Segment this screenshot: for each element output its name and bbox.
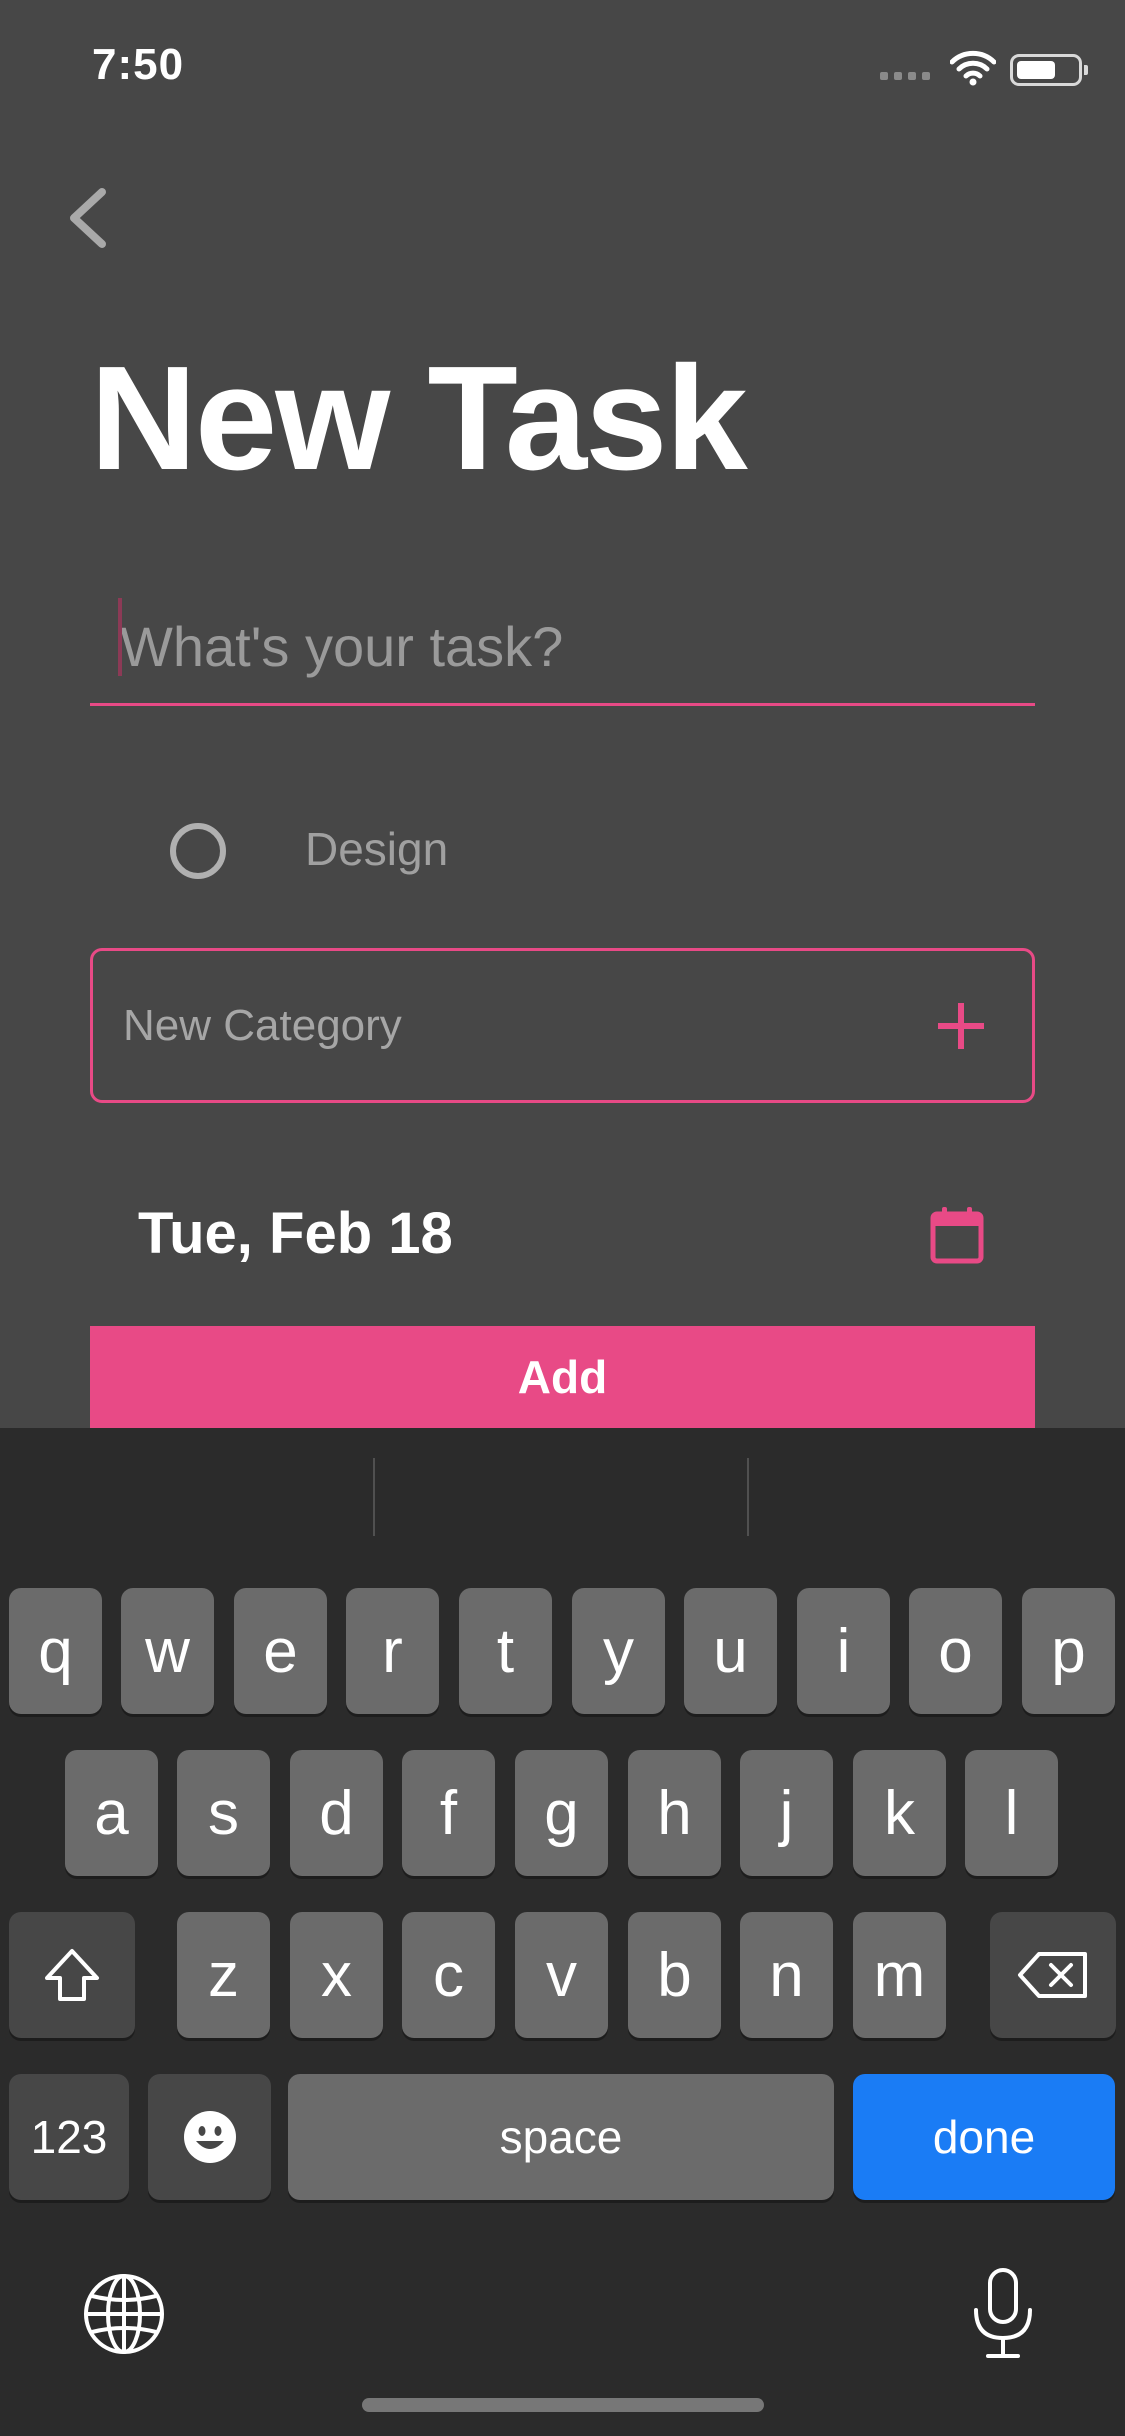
status-time: 7:50 <box>92 40 185 89</box>
emoji-face-icon <box>183 2111 236 2163</box>
calendar-icon[interactable] <box>930 1206 984 1264</box>
new-category-field <box>90 948 1035 1103</box>
category-label-design[interactable]: Design <box>305 822 448 876</box>
back-chevron-icon[interactable] <box>62 186 112 250</box>
text-cursor <box>118 598 122 676</box>
due-date-label[interactable]: Tue, Feb 18 <box>138 1200 453 1267</box>
key-g[interactable]: g <box>515 1750 608 1876</box>
key-q[interactable]: q <box>9 1588 102 1714</box>
emoji-key[interactable] <box>148 2074 271 2200</box>
key-m[interactable]: m <box>853 1912 946 2038</box>
add-category-plus-icon[interactable] <box>938 1003 984 1049</box>
done-key[interactable]: done <box>853 2074 1115 2200</box>
page-title: New Task <box>90 336 748 501</box>
key-w[interactable]: w <box>121 1588 214 1714</box>
key-j[interactable]: j <box>740 1750 833 1876</box>
microphone-icon[interactable] <box>970 2266 1036 2362</box>
backspace-icon <box>1018 1952 1087 1998</box>
key-t[interactable]: t <box>459 1588 552 1714</box>
key-b[interactable]: b <box>628 1912 721 2038</box>
key-f[interactable]: f <box>402 1750 495 1876</box>
key-s[interactable]: s <box>177 1750 270 1876</box>
onscreen-keyboard: q w e r t y u i o p a s d f g h j k l z … <box>0 1428 1125 2436</box>
key-l[interactable]: l <box>965 1750 1058 1876</box>
shift-key[interactable] <box>9 1912 135 2038</box>
key-v[interactable]: v <box>515 1912 608 2038</box>
key-z[interactable]: z <box>177 1912 270 2038</box>
task-input-container <box>90 590 1035 706</box>
task-input[interactable] <box>90 590 1035 703</box>
cellular-signal-icon <box>880 72 930 80</box>
backspace-key[interactable] <box>990 1912 1116 2038</box>
key-i[interactable]: i <box>797 1588 890 1714</box>
key-u[interactable]: u <box>684 1588 777 1714</box>
key-n[interactable]: n <box>740 1912 833 2038</box>
battery-icon <box>1010 54 1088 86</box>
globe-icon[interactable] <box>82 2272 166 2356</box>
category-radio-button[interactable] <box>170 823 226 879</box>
home-indicator[interactable] <box>362 2398 764 2412</box>
key-o[interactable]: o <box>909 1588 1002 1714</box>
key-e[interactable]: e <box>234 1588 327 1714</box>
suggestion-divider <box>747 1458 749 1536</box>
add-button[interactable]: Add <box>90 1326 1035 1428</box>
key-h[interactable]: h <box>628 1750 721 1876</box>
shift-arrow-icon <box>45 1949 99 2001</box>
suggestion-divider <box>373 1458 375 1536</box>
new-category-input[interactable] <box>93 951 893 1100</box>
key-a[interactable]: a <box>65 1750 158 1876</box>
key-r[interactable]: r <box>346 1588 439 1714</box>
key-x[interactable]: x <box>290 1912 383 2038</box>
key-p[interactable]: p <box>1022 1588 1115 1714</box>
key-y[interactable]: y <box>572 1588 665 1714</box>
space-key[interactable]: space <box>288 2074 834 2200</box>
key-d[interactable]: d <box>290 1750 383 1876</box>
key-k[interactable]: k <box>853 1750 946 1876</box>
wifi-icon <box>950 50 996 86</box>
key-c[interactable]: c <box>402 1912 495 2038</box>
numbers-key[interactable]: 123 <box>9 2074 129 2200</box>
